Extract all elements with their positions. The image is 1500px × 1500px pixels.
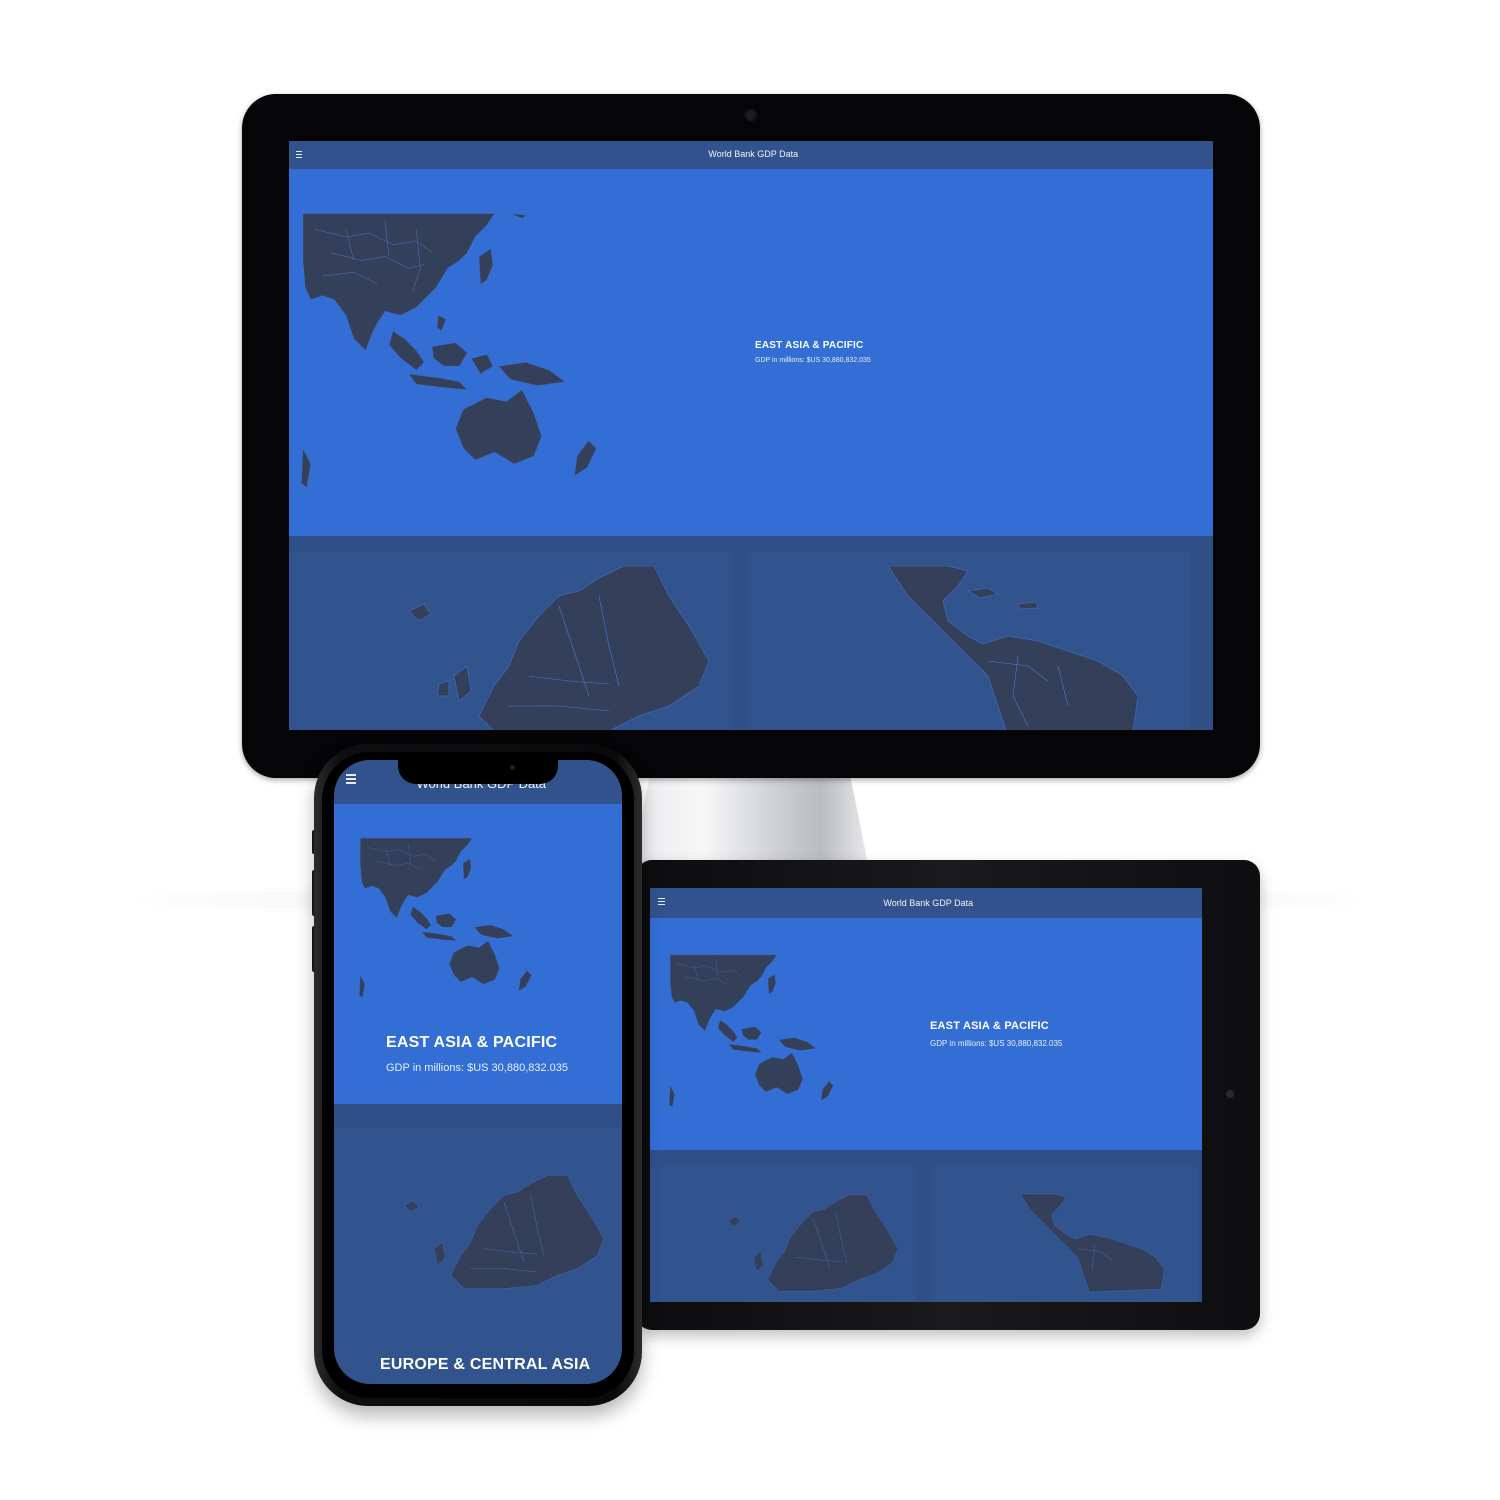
tablet-region-tile-europe[interactable]: [650, 1167, 916, 1302]
tablet-screen: World Bank GDP Data EAST ASIA & PACIFIC …: [650, 888, 1202, 1302]
europe-central-asia-map: [409, 566, 709, 730]
phone-east-asia-pacific-map: [359, 837, 532, 999]
tablet-app-header: World Bank GDP Data: [650, 888, 1202, 918]
tablet-hero-region-gdp: GDP in millions: $US 30,880,832.035: [930, 1039, 1063, 1048]
phone-notch: [398, 758, 558, 784]
tablet-app-title: World Bank GDP Data: [878, 898, 974, 908]
hero-region-gdp: GDP in millions: $US 30,880,832.035: [755, 357, 871, 364]
hero-region-card[interactable]: EAST ASIA & PACIFIC GDP in millions: $US…: [289, 169, 1213, 536]
phone-hero-region-gdp: GDP in millions: $US 30,880,832.035: [386, 1062, 569, 1074]
phone-region-tile-europe[interactable]: EUROPE & CENTRAL ASIA: [334, 1128, 622, 1384]
region-tile-latin-america[interactable]: [748, 552, 1191, 730]
phone-europe-central-asia-map: [404, 1175, 604, 1289]
tablet-home-button: [1226, 1090, 1234, 1098]
phone-hero-region-name: EAST ASIA & PACIFIC: [386, 1034, 558, 1051]
desktop-screen: World Bank GDP Data EAST ASIA & PACIFIC …: [289, 141, 1213, 730]
tablet-hero-region-name: EAST ASIA & PACIFIC: [930, 1020, 1049, 1032]
phone-hero-region-card[interactable]: EAST ASIA & PACIFIC GDP in millions: $US…: [334, 804, 622, 1104]
phone-screen: World Bank GDP Data EAST ASIA & PACIFIC …: [334, 760, 622, 1384]
hero-region-name: EAST ASIA & PACIFIC: [755, 340, 864, 351]
monitor-stand: [632, 770, 868, 864]
region-tile-europe[interactable]: [289, 552, 732, 730]
phone-tile-region-name: EUROPE & CENTRAL ASIA: [380, 1356, 591, 1373]
app-title: World Bank GDP Data: [703, 149, 799, 159]
tablet-region-tile-latin-america[interactable]: [932, 1167, 1198, 1302]
east-asia-pacific-map: [301, 213, 597, 489]
tablet-hero-region-card[interactable]: EAST ASIA & PACIFIC GDP in millions: $US…: [650, 918, 1202, 1150]
phone-front-camera: [510, 765, 515, 770]
tablet-east-asia-pacific-map: [669, 954, 834, 1108]
latin-america-caribbean-map: [888, 566, 1139, 730]
tablet-latin-america-caribbean-map: [1020, 1193, 1165, 1293]
app-header: World Bank GDP Data: [289, 141, 1213, 169]
tablet-europe-central-asia-map: [728, 1194, 898, 1292]
monitor-camera: [746, 110, 756, 120]
